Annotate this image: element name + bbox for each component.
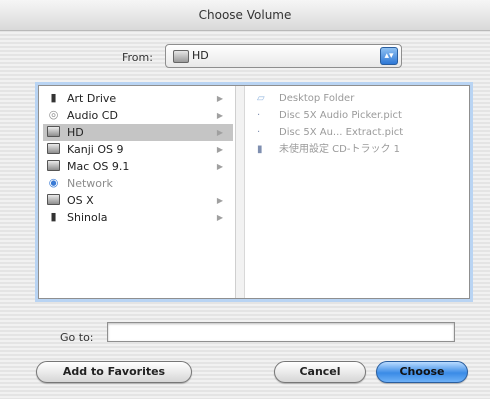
disclosure-arrow-icon: ▶: [216, 145, 223, 154]
document-icon: ▮: [50, 91, 57, 104]
document-icon: ▮: [257, 144, 263, 155]
volume-item-label: Shinola: [67, 211, 108, 224]
goto-input[interactable]: [107, 322, 455, 342]
file-item[interactable]: ▮ 未使用設定 CD-トラック 1: [255, 142, 465, 158]
column-browser: ▮ Art Drive ▶ ◎ Audio CD ▶ HD ▶ Kanji OS 9 ▶ Mac O…: [38, 85, 470, 299]
from-popup[interactable]: HD ▴▾: [165, 44, 402, 68]
volume-item[interactable]: HD ▶: [43, 124, 233, 141]
volume-item-label: Network: [67, 177, 113, 190]
file-icon: ·: [257, 127, 261, 138]
volume-item[interactable]: ▮ Art Drive ▶: [43, 90, 233, 107]
file-item[interactable]: · Disc 5X Au... Extract.pict: [255, 125, 465, 141]
file-item-label: Disc 5X Audio Picker.pict: [279, 110, 402, 121]
cd-icon: ◎: [48, 108, 59, 121]
file-item-label: Desktop Folder: [279, 93, 355, 104]
volume-item-label: Audio CD: [67, 109, 118, 122]
file-item-label: 未使用設定 CD-トラック 1: [279, 144, 401, 155]
volume-item-label: HD: [67, 126, 84, 139]
hard-drive-icon: [47, 126, 60, 138]
from-label: From:: [122, 51, 153, 64]
volume-item-label: Kanji OS 9: [67, 143, 124, 156]
volume-item[interactable]: ▮ Shinola ▶: [43, 209, 233, 226]
file-item[interactable]: · Disc 5X Audio Picker.pict: [255, 108, 465, 124]
file-item[interactable]: ▱ Desktop Folder: [255, 91, 465, 107]
disclosure-arrow-icon: ▶: [216, 94, 223, 103]
disclosure-arrow-icon: ▶: [216, 111, 223, 120]
volume-item[interactable]: ◎ Audio CD ▶: [43, 107, 233, 124]
volume-item-label: OS X: [67, 194, 94, 207]
disclosure-arrow-icon: ▶: [216, 162, 223, 171]
volume-item[interactable]: Mac OS 9.1 ▶: [43, 158, 233, 175]
disclosure-arrow-icon: ▶: [216, 128, 223, 137]
volume-column: ▮ Art Drive ▶ ◎ Audio CD ▶ HD ▶ Kanji OS 9 ▶ Mac O…: [39, 86, 236, 298]
file-icon: ·: [257, 110, 261, 121]
volume-item[interactable]: ◉ Network: [43, 175, 233, 192]
volume-item-label: Art Drive: [67, 92, 117, 105]
folder-icon: ▱: [257, 93, 265, 104]
add-to-favorites-button[interactable]: Add to Favorites: [36, 361, 192, 383]
network-icon: ◉: [48, 176, 59, 189]
goto-label: Go to:: [60, 331, 94, 344]
hard-drive-icon: [173, 50, 189, 63]
cancel-button[interactable]: Cancel: [274, 361, 366, 383]
volume-item[interactable]: Kanji OS 9 ▶: [43, 141, 233, 158]
hard-drive-icon: [47, 194, 60, 206]
popup-arrows-icon: ▴▾: [380, 47, 398, 65]
file-column: ▱ Desktop Folder · Disc 5X Audio Picker.pic…: [245, 86, 469, 298]
volume-item[interactable]: OS X ▶: [43, 192, 233, 209]
choose-button[interactable]: Choose: [376, 361, 468, 383]
choose-volume-dialog: Choose Volume From: HD ▴▾ ▮ Art Drive ▶ ◎ Au…: [0, 0, 490, 399]
window-title: Choose Volume: [0, 0, 490, 31]
from-popup-value: HD: [192, 49, 209, 62]
hard-drive-icon: [47, 143, 60, 155]
disclosure-arrow-icon: ▶: [216, 196, 223, 205]
file-item-label: Disc 5X Au... Extract.pict: [279, 127, 404, 138]
hard-drive-icon: [47, 160, 60, 172]
disclosure-arrow-icon: ▶: [216, 213, 223, 222]
document-icon: ▮: [50, 210, 57, 223]
volume-item-label: Mac OS 9.1: [67, 160, 130, 173]
column-divider[interactable]: [236, 86, 245, 298]
